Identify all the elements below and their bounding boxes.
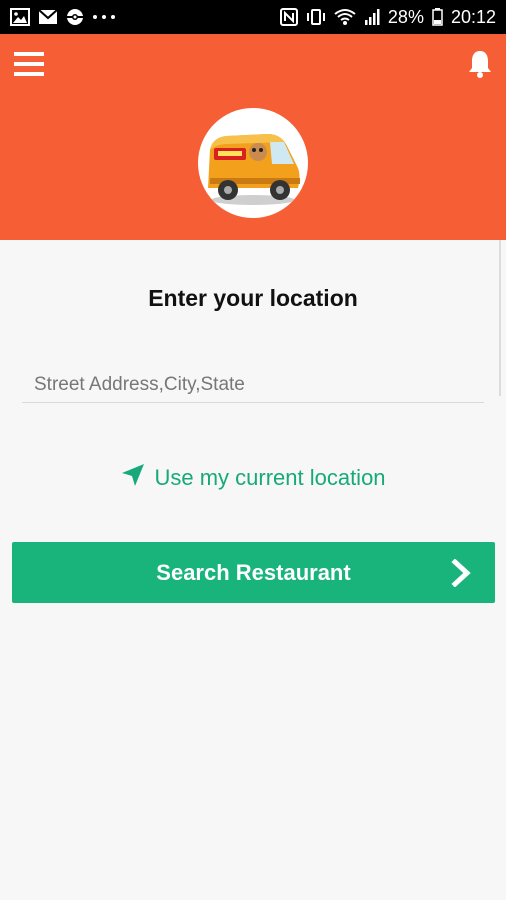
nfc-icon	[279, 8, 298, 26]
status-bar: 28% 20:12	[0, 0, 506, 34]
vibrate-icon	[306, 8, 326, 26]
address-input[interactable]	[22, 367, 484, 403]
use-current-location-link[interactable]: Use my current location	[0, 462, 506, 494]
mail-icon	[38, 9, 58, 25]
scroll-indicator	[499, 240, 501, 396]
search-restaurant-button[interactable]: Search Restaurant	[12, 542, 495, 603]
status-left-icons	[10, 8, 116, 26]
use-current-location-label: Use my current location	[154, 465, 386, 490]
status-right-icons: 28% 20:12	[279, 6, 496, 28]
signal-icon	[364, 8, 380, 26]
battery-icon	[432, 8, 443, 26]
more-icon	[92, 14, 116, 20]
bell-icon[interactable]	[467, 49, 493, 79]
search-button-label: Search Restaurant	[156, 559, 351, 585]
clock: 20:12	[450, 6, 496, 27]
page-title: Enter your location	[148, 285, 358, 311]
food-delivery-van-logo	[198, 108, 308, 218]
gallery-icon	[10, 8, 30, 26]
hamburger-menu-icon[interactable]	[14, 51, 44, 77]
pokeball-icon	[66, 8, 84, 26]
location-form: Enter your location Use my current locat…	[0, 240, 506, 900]
app-header	[0, 34, 506, 240]
wifi-icon	[334, 8, 356, 26]
navigation-arrow-icon	[120, 462, 146, 494]
battery-percent: 28%	[387, 6, 424, 27]
chevron-right-icon	[451, 558, 473, 588]
